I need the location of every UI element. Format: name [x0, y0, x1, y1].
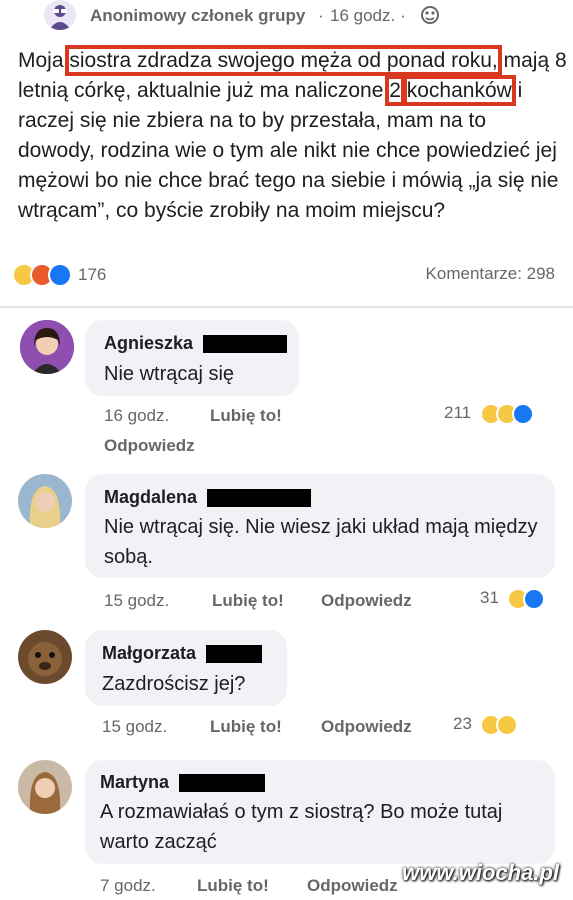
commenter-avatar[interactable]	[20, 320, 74, 374]
redaction-bar	[207, 489, 312, 508]
comment-reactions[interactable]: 211	[444, 403, 534, 425]
comment-text: Zazdrościsz jej?	[102, 673, 246, 695]
commenter-name[interactable]: Martyna	[100, 772, 266, 793]
comment-reactions[interactable]: 23	[453, 714, 519, 736]
avatar-photo-icon	[18, 474, 72, 528]
comment-time[interactable]: 16 godz.	[104, 406, 169, 426]
post-reactions[interactable]: 176	[12, 262, 106, 288]
name-text: Agnieszka	[104, 333, 194, 353]
avatar-illustration-icon	[20, 320, 74, 374]
comment-time[interactable]: 7 godz.	[100, 876, 156, 896]
like-button[interactable]: Lubię to!	[210, 406, 282, 426]
group-anonymous-avatar[interactable]	[44, 0, 76, 30]
redaction-bar	[179, 774, 266, 793]
reply-button[interactable]: Odpowiedz	[321, 717, 412, 737]
comment-reactions[interactable]: 31	[480, 588, 546, 610]
reply-button[interactable]: Odpowiedz	[307, 876, 398, 896]
site-watermark: www.wiocha.pl	[402, 860, 559, 885]
comment-reaction-count: 31	[480, 588, 499, 608]
post-timestamp[interactable]: 16 godz. ·	[330, 6, 406, 26]
redaction-bar	[203, 335, 288, 354]
commenter-avatar[interactable]	[18, 760, 72, 814]
commenter-name[interactable]: Magdalena	[104, 487, 312, 508]
commenter-avatar[interactable]	[18, 630, 72, 684]
comment-reaction-count: 23	[453, 714, 472, 734]
name-text: Martyna	[100, 772, 170, 792]
sad-reaction-icon	[496, 714, 519, 736]
comment-text: Nie wtrącaj się. Nie wiesz jaki układ ma…	[104, 516, 538, 568]
avatar-photo-icon	[18, 630, 72, 684]
comments-count-link[interactable]: Komentarze: 298	[426, 264, 555, 284]
reply-button[interactable]: Odpowiedz	[321, 591, 412, 611]
highlight-phrase: siostra zdradza swojego męża od ponad ro…	[65, 45, 502, 76]
comment-time[interactable]: 15 godz.	[102, 717, 167, 737]
post-author-name[interactable]: Anonimowy członek grupy	[90, 6, 305, 26]
commenter-avatar[interactable]	[18, 474, 72, 528]
comment-text: Nie wtrącaj się	[104, 363, 235, 385]
divider	[0, 306, 573, 308]
like-button[interactable]: Lubię to!	[197, 876, 269, 896]
like-reaction-icon	[523, 588, 546, 610]
name-text: Magdalena	[104, 487, 198, 507]
privacy-globe-icon	[420, 5, 440, 30]
separator-dot: ·	[318, 6, 324, 25]
reply-button[interactable]: Odpowiedz	[104, 436, 195, 456]
like-reaction-icon	[48, 263, 72, 287]
like-button[interactable]: Lubię to!	[210, 717, 282, 737]
redaction-bar	[206, 645, 263, 664]
like-reaction-icon	[511, 403, 534, 425]
like-button[interactable]: Lubię to!	[212, 591, 284, 611]
comment-text: A rozmawiałaś o tym z siostrą? Bo może t…	[100, 801, 503, 853]
commenter-name[interactable]: Małgorzata	[102, 643, 263, 664]
name-text: Małgorzata	[102, 643, 197, 663]
highlight-word: kochanków	[402, 75, 516, 106]
post-text-part: Moja	[18, 49, 70, 72]
highlight-number: 2	[385, 75, 405, 106]
commenter-name[interactable]: Agnieszka	[104, 333, 288, 354]
comment-reaction-count: 211	[444, 403, 472, 423]
anonymous-icon	[49, 5, 71, 30]
post-body: Moja siostra zdradza swojego męża od pon…	[18, 45, 568, 226]
reaction-count: 176	[78, 265, 107, 284]
comment-time[interactable]: 15 godz.	[104, 591, 169, 611]
avatar-photo-icon	[18, 760, 72, 814]
